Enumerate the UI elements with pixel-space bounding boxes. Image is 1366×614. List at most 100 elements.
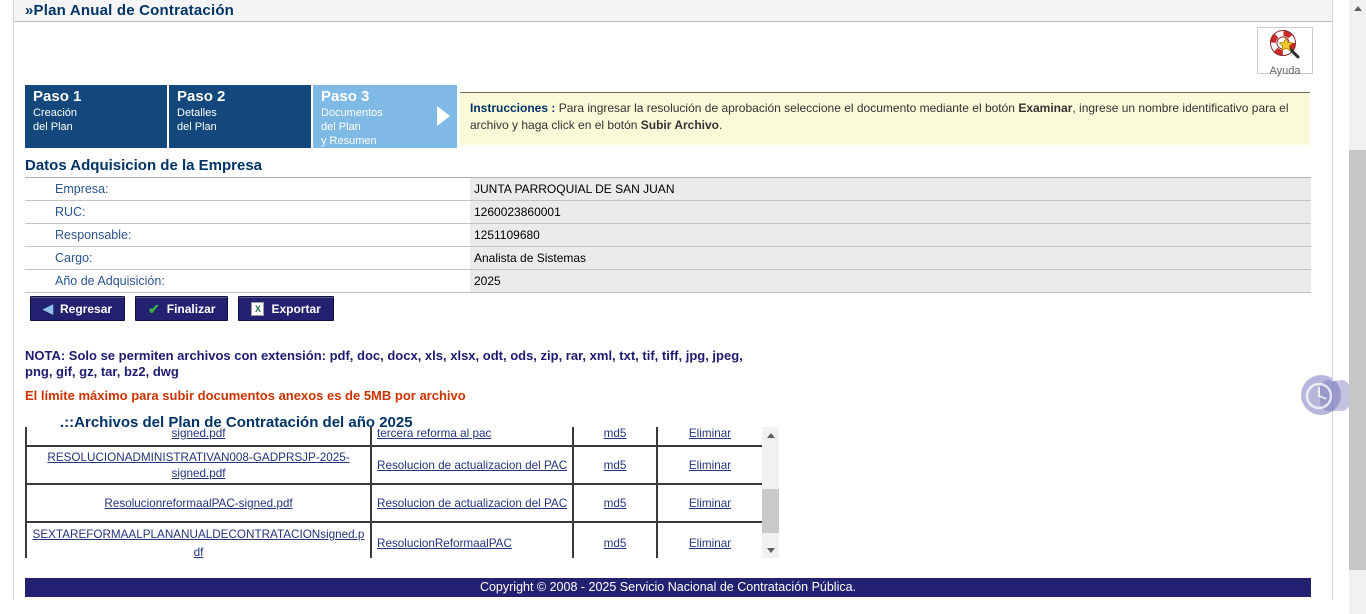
files-table: signed.pdf tercera reforma al pac md5 Elimi… [25, 427, 762, 558]
file-link[interactable]: signed.pdf [172, 427, 226, 440]
instructions-label: Instrucciones : [470, 101, 555, 115]
step-2-title: Paso 2 [177, 88, 311, 105]
lifebuoy-wand-icon [1268, 48, 1302, 65]
help-label: Ayuda [1258, 65, 1312, 77]
file-description-link-cell: ResolucionReformaalPAC [371, 522, 573, 558]
md5-link-cell: md5 [573, 446, 657, 484]
files-scrollbar-thumb[interactable] [762, 489, 779, 533]
instructions-subir-archivo: Subir Archivo [641, 118, 719, 132]
step-3-line: y Resumen [321, 134, 457, 148]
file-description-link[interactable]: ResolucionReformaalPAC [377, 537, 512, 550]
field-value: 2025 [470, 270, 1311, 292]
instructions-text: Para ingresar la resolución de aprobació… [555, 101, 1018, 115]
step-arrow-icon [437, 106, 450, 126]
instructions-box: Instrucciones : Para ingresar la resoluc… [460, 92, 1310, 145]
extensions-note: NOTA: Solo se permiten archivos con exte… [25, 348, 770, 380]
scroll-up-icon[interactable] [1349, 0, 1366, 16]
field-label: Cargo: [25, 247, 470, 269]
company-data-row: Cargo:Analista de Sistemas [25, 247, 1311, 270]
scroll-up-icon[interactable] [762, 427, 779, 443]
file-description-link-cell: Resolucion de actualizacion del PAC [371, 484, 573, 522]
file-link-cell: signed.pdf [26, 427, 371, 446]
size-limit-note: El límite máximo para subir documentos a… [25, 388, 466, 403]
delete-link[interactable]: Eliminar [689, 497, 731, 510]
company-section-title: Datos Adquisicion de la Empresa [25, 157, 262, 174]
export-button[interactable]: X Exportar [238, 296, 333, 321]
files-clip: signed.pdf tercera reforma al pac md5 Elimi… [25, 427, 762, 558]
green-check-icon: ✔ [148, 302, 160, 316]
delete-link[interactable]: Eliminar [689, 459, 731, 472]
file-link-cell: RESOLUCIONADMINISTRATIVAN008-GADPRSJP-20… [26, 446, 371, 484]
file-row: signed.pdf tercera reforma al pac md5 Elimi… [26, 427, 762, 446]
step-2[interactable]: Paso 2 Detalles del Plan [169, 85, 311, 148]
help-button[interactable]: Ayuda [1257, 27, 1313, 74]
step-1[interactable]: Paso 1 Creación del Plan [25, 85, 167, 148]
field-value: 1251109680 [470, 224, 1311, 246]
back-button-label: Regresar [60, 302, 112, 316]
step-2-line: del Plan [177, 120, 311, 134]
field-label: RUC: [25, 201, 470, 223]
excel-icon: X [251, 302, 264, 316]
wizard-steps: Paso 1 Creación del Plan Paso 2 Detalles… [25, 85, 459, 148]
file-row: ResolucionreformaalPAC-signed.pdf Resoluc… [26, 484, 762, 522]
field-label: Empresa: [25, 178, 470, 200]
floating-clock-widget[interactable] [1300, 371, 1352, 421]
delete-link-cell: Eliminar [657, 446, 762, 484]
md5-link-cell: md5 [573, 427, 657, 446]
step-2-line: Detalles [177, 106, 311, 120]
delete-link[interactable]: Eliminar [689, 427, 731, 440]
scroll-down-icon[interactable] [762, 542, 779, 558]
finish-button-label: Finalizar [167, 302, 216, 316]
footer-bar: Copyright © 2008 - 2025 Servicio Naciona… [25, 578, 1311, 597]
instructions-examinar: Examinar [1018, 101, 1072, 115]
field-value: JUNTA PARROQUIAL DE SAN JUAN [470, 178, 1311, 200]
step-1-title: Paso 1 [33, 88, 167, 105]
page-left-border [13, 0, 14, 600]
file-link[interactable]: SEXTAREFORMAALPLANANUALDECONTRATACIONsig… [33, 528, 365, 558]
company-data-row: Responsable:1251109680 [25, 224, 1311, 247]
company-data-row: Año de Adquisición:2025 [25, 270, 1311, 293]
md5-link[interactable]: md5 [604, 537, 627, 550]
file-link-cell: SEXTAREFORMAALPLANANUALDECONTRATACIONsig… [26, 522, 371, 558]
action-buttons: ◀ Regresar ✔ Finalizar X Exportar [30, 296, 334, 321]
md5-link[interactable]: md5 [604, 459, 627, 472]
left-arrow-icon: ◀ [43, 302, 53, 315]
page-right-border [1332, 0, 1333, 600]
export-button-label: Exportar [271, 302, 320, 316]
back-button[interactable]: ◀ Regresar [30, 296, 125, 321]
page-title: »Plan Anual de Contratación [25, 2, 234, 19]
step-1-line: del Plan [33, 120, 167, 134]
delete-link-cell: Eliminar [657, 427, 762, 446]
md5-link-cell: md5 [573, 522, 657, 558]
company-table: Empresa:JUNTA PARROQUIAL DE SAN JUANRUC:… [25, 177, 1311, 293]
file-row: SEXTAREFORMAALPLANANUALDECONTRATACIONsig… [26, 522, 762, 558]
files-table-body: signed.pdf tercera reforma al pac md5 Elimi… [26, 427, 762, 558]
company-data-row: Empresa:JUNTA PARROQUIAL DE SAN JUAN [25, 178, 1311, 201]
file-row: RESOLUCIONADMINISTRATIVAN008-GADPRSJP-20… [26, 446, 762, 484]
file-description-link[interactable]: tercera reforma al pac [377, 427, 491, 440]
copyright-text: Copyright © 2008 - 2025 Servicio Naciona… [480, 580, 856, 594]
page: »Plan Anual de Contratación Ayuda Paso 1… [0, 0, 1366, 614]
file-link-cell: ResolucionreformaalPAC-signed.pdf [26, 484, 371, 522]
step-3-title: Paso 3 [321, 88, 457, 105]
browser-scrollbar-thumb[interactable] [1349, 150, 1366, 570]
delete-link[interactable]: Eliminar [689, 537, 731, 550]
page-title-bar: »Plan Anual de Contratación [14, 0, 1332, 22]
md5-link[interactable]: md5 [604, 427, 627, 440]
delete-link-cell: Eliminar [657, 484, 762, 522]
md5-link-cell: md5 [573, 484, 657, 522]
file-description-link[interactable]: Resolucion de actualizacion del PAC [377, 459, 567, 472]
files-scroll-area: signed.pdf tercera reforma al pac md5 Elimi… [25, 427, 779, 558]
field-value: 1260023860001 [470, 201, 1311, 223]
file-link[interactable]: RESOLUCIONADMINISTRATIVAN008-GADPRSJP-20… [47, 451, 349, 480]
browser-scrollbar[interactable] [1349, 0, 1366, 614]
file-link[interactable]: ResolucionreformaalPAC-signed.pdf [104, 497, 292, 510]
finish-button[interactable]: ✔ Finalizar [135, 296, 228, 321]
clock-icon [1300, 371, 1352, 421]
md5-link[interactable]: md5 [604, 497, 627, 510]
field-label: Responsable: [25, 224, 470, 246]
files-scrollbar[interactable] [762, 427, 779, 558]
step-3-active[interactable]: Paso 3 Documentos del Plan y Resumen [313, 85, 457, 148]
field-value: Analista de Sistemas [470, 247, 1311, 269]
file-description-link[interactable]: Resolucion de actualizacion del PAC [377, 497, 567, 510]
